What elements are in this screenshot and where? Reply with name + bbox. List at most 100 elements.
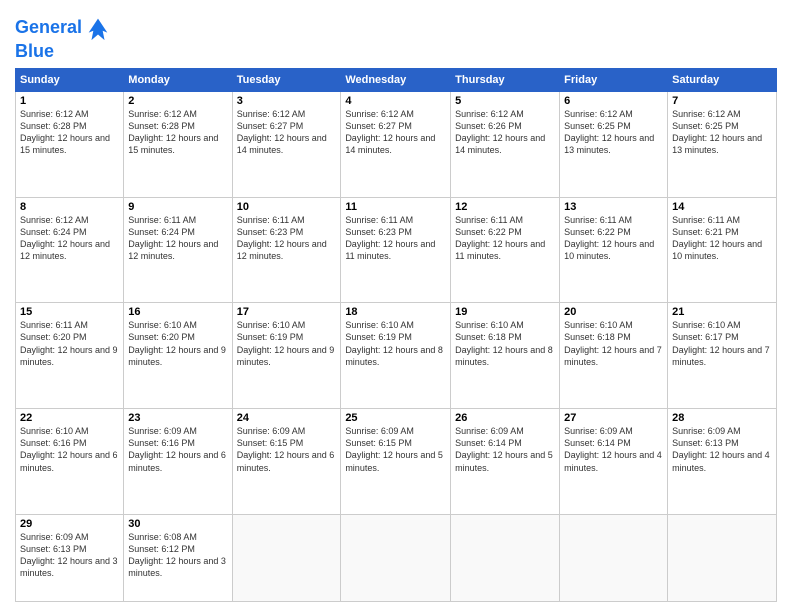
day-number: 22 [20,412,119,424]
day-info: Sunrise: 6:11 AM Sunset: 6:20 PM Dayligh… [20,319,119,368]
day-info: Sunrise: 6:10 AM Sunset: 6:18 PM Dayligh… [455,319,555,368]
header-thursday: Thursday [451,68,560,91]
day-info: Sunrise: 6:09 AM Sunset: 6:13 PM Dayligh… [672,425,772,474]
day-number: 25 [345,412,446,424]
calendar-cell: 25 Sunrise: 6:09 AM Sunset: 6:15 PM Dayl… [341,409,451,515]
day-info: Sunrise: 6:11 AM Sunset: 6:21 PM Dayligh… [672,214,772,263]
day-number: 18 [345,306,446,318]
calendar-cell: 24 Sunrise: 6:09 AM Sunset: 6:15 PM Dayl… [232,409,341,515]
day-number: 3 [237,95,337,107]
day-info: Sunrise: 6:08 AM Sunset: 6:12 PM Dayligh… [128,531,227,580]
calendar-cell: 2 Sunrise: 6:12 AM Sunset: 6:28 PM Dayli… [124,91,232,197]
calendar-cell [668,514,777,601]
calendar-cell: 13 Sunrise: 6:11 AM Sunset: 6:22 PM Dayl… [560,197,668,303]
calendar-cell [451,514,560,601]
day-info: Sunrise: 6:10 AM Sunset: 6:16 PM Dayligh… [20,425,119,474]
day-info: Sunrise: 6:09 AM Sunset: 6:15 PM Dayligh… [237,425,337,474]
day-number: 8 [20,201,119,213]
day-info: Sunrise: 6:12 AM Sunset: 6:24 PM Dayligh… [20,214,119,263]
calendar-cell: 23 Sunrise: 6:09 AM Sunset: 6:16 PM Dayl… [124,409,232,515]
day-number: 23 [128,412,227,424]
day-number: 15 [20,306,119,318]
logo-text: General [15,18,82,38]
day-info: Sunrise: 6:11 AM Sunset: 6:22 PM Dayligh… [564,214,663,263]
calendar-cell: 19 Sunrise: 6:10 AM Sunset: 6:18 PM Dayl… [451,303,560,409]
day-info: Sunrise: 6:09 AM Sunset: 6:15 PM Dayligh… [345,425,446,474]
calendar-cell: 11 Sunrise: 6:11 AM Sunset: 6:23 PM Dayl… [341,197,451,303]
calendar-cell [232,514,341,601]
day-info: Sunrise: 6:09 AM Sunset: 6:16 PM Dayligh… [128,425,227,474]
day-number: 28 [672,412,772,424]
logo-icon [84,14,112,42]
day-info: Sunrise: 6:10 AM Sunset: 6:19 PM Dayligh… [345,319,446,368]
day-number: 4 [345,95,446,107]
calendar-cell [560,514,668,601]
day-info: Sunrise: 6:10 AM Sunset: 6:18 PM Dayligh… [564,319,663,368]
calendar-cell: 5 Sunrise: 6:12 AM Sunset: 6:26 PM Dayli… [451,91,560,197]
day-number: 29 [20,518,119,530]
calendar-cell: 30 Sunrise: 6:08 AM Sunset: 6:12 PM Dayl… [124,514,232,601]
day-info: Sunrise: 6:11 AM Sunset: 6:22 PM Dayligh… [455,214,555,263]
day-number: 21 [672,306,772,318]
calendar-cell: 12 Sunrise: 6:11 AM Sunset: 6:22 PM Dayl… [451,197,560,303]
logo-text-blue: Blue [15,42,112,62]
day-number: 13 [564,201,663,213]
day-info: Sunrise: 6:12 AM Sunset: 6:26 PM Dayligh… [455,108,555,157]
day-info: Sunrise: 6:10 AM Sunset: 6:17 PM Dayligh… [672,319,772,368]
day-number: 24 [237,412,337,424]
header-sunday: Sunday [16,68,124,91]
day-info: Sunrise: 6:10 AM Sunset: 6:20 PM Dayligh… [128,319,227,368]
calendar-cell: 14 Sunrise: 6:11 AM Sunset: 6:21 PM Dayl… [668,197,777,303]
calendar-cell: 20 Sunrise: 6:10 AM Sunset: 6:18 PM Dayl… [560,303,668,409]
day-info: Sunrise: 6:11 AM Sunset: 6:23 PM Dayligh… [345,214,446,263]
calendar-header-row: Sunday Monday Tuesday Wednesday Thursday… [16,68,777,91]
day-info: Sunrise: 6:12 AM Sunset: 6:25 PM Dayligh… [672,108,772,157]
day-number: 1 [20,95,119,107]
calendar-cell: 7 Sunrise: 6:12 AM Sunset: 6:25 PM Dayli… [668,91,777,197]
calendar-table: Sunday Monday Tuesday Wednesday Thursday… [15,68,777,602]
day-number: 20 [564,306,663,318]
calendar-cell: 4 Sunrise: 6:12 AM Sunset: 6:27 PM Dayli… [341,91,451,197]
header-friday: Friday [560,68,668,91]
calendar-cell [341,514,451,601]
calendar-cell: 18 Sunrise: 6:10 AM Sunset: 6:19 PM Dayl… [341,303,451,409]
day-number: 19 [455,306,555,318]
calendar-cell: 16 Sunrise: 6:10 AM Sunset: 6:20 PM Dayl… [124,303,232,409]
day-number: 14 [672,201,772,213]
day-number: 2 [128,95,227,107]
day-info: Sunrise: 6:12 AM Sunset: 6:27 PM Dayligh… [237,108,337,157]
day-number: 6 [564,95,663,107]
day-number: 26 [455,412,555,424]
calendar-cell: 8 Sunrise: 6:12 AM Sunset: 6:24 PM Dayli… [16,197,124,303]
calendar-cell: 28 Sunrise: 6:09 AM Sunset: 6:13 PM Dayl… [668,409,777,515]
calendar-cell: 10 Sunrise: 6:11 AM Sunset: 6:23 PM Dayl… [232,197,341,303]
calendar-cell: 29 Sunrise: 6:09 AM Sunset: 6:13 PM Dayl… [16,514,124,601]
calendar-cell: 15 Sunrise: 6:11 AM Sunset: 6:20 PM Dayl… [16,303,124,409]
calendar-cell: 3 Sunrise: 6:12 AM Sunset: 6:27 PM Dayli… [232,91,341,197]
day-info: Sunrise: 6:12 AM Sunset: 6:28 PM Dayligh… [20,108,119,157]
day-number: 7 [672,95,772,107]
header-tuesday: Tuesday [232,68,341,91]
day-number: 9 [128,201,227,213]
day-info: Sunrise: 6:09 AM Sunset: 6:14 PM Dayligh… [564,425,663,474]
calendar-cell: 1 Sunrise: 6:12 AM Sunset: 6:28 PM Dayli… [16,91,124,197]
day-info: Sunrise: 6:12 AM Sunset: 6:27 PM Dayligh… [345,108,446,157]
day-info: Sunrise: 6:11 AM Sunset: 6:23 PM Dayligh… [237,214,337,263]
day-number: 27 [564,412,663,424]
calendar-cell: 22 Sunrise: 6:10 AM Sunset: 6:16 PM Dayl… [16,409,124,515]
day-info: Sunrise: 6:11 AM Sunset: 6:24 PM Dayligh… [128,214,227,263]
logo: General Blue [15,14,112,62]
header: General Blue [15,10,777,62]
day-number: 12 [455,201,555,213]
day-info: Sunrise: 6:10 AM Sunset: 6:19 PM Dayligh… [237,319,337,368]
day-number: 11 [345,201,446,213]
header-wednesday: Wednesday [341,68,451,91]
day-number: 17 [237,306,337,318]
header-saturday: Saturday [668,68,777,91]
page: General Blue Sunday Monday Tuesday Wedne… [0,0,792,612]
day-number: 30 [128,518,227,530]
day-number: 16 [128,306,227,318]
calendar-cell: 17 Sunrise: 6:10 AM Sunset: 6:19 PM Dayl… [232,303,341,409]
calendar-cell: 9 Sunrise: 6:11 AM Sunset: 6:24 PM Dayli… [124,197,232,303]
calendar-cell: 21 Sunrise: 6:10 AM Sunset: 6:17 PM Dayl… [668,303,777,409]
